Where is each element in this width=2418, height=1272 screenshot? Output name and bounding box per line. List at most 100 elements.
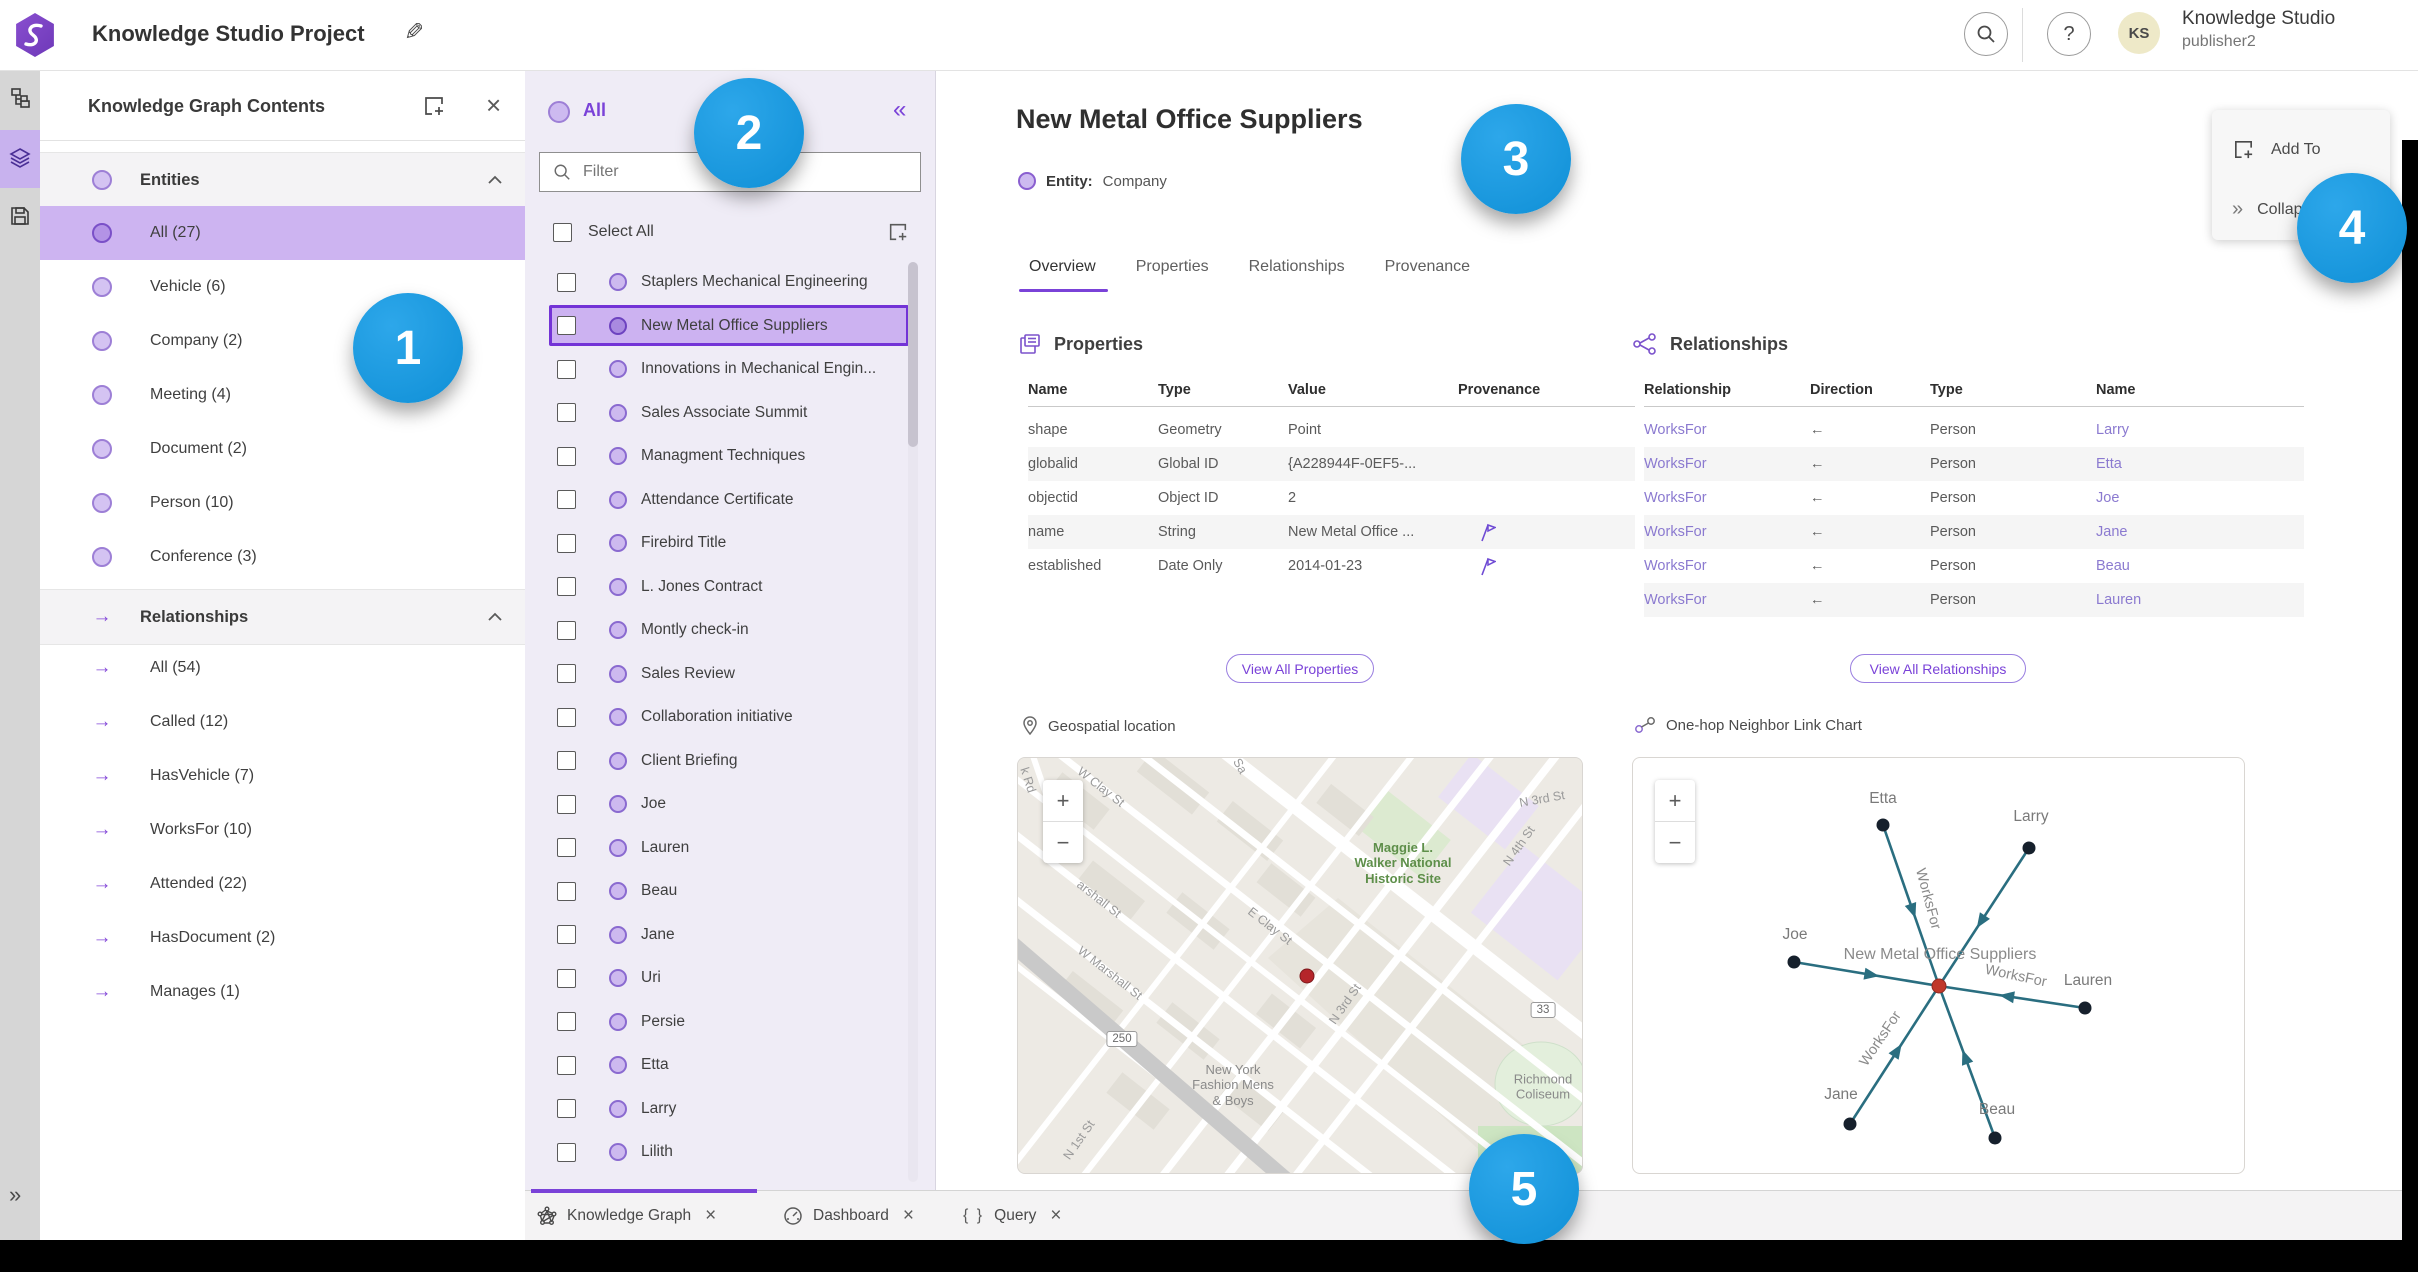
sidebar-item-entity-type[interactable]: Conference (3) [40,530,525,584]
list-item[interactable]: Sales Associate Summit [525,392,935,434]
relationship-type-link[interactable]: WorksFor [1644,592,1810,608]
rail-expand-icon[interactable]: » [9,1182,21,1208]
item-checkbox[interactable] [557,751,576,770]
item-checkbox[interactable] [557,664,576,683]
list-item[interactable]: Beau [525,870,935,912]
item-checkbox[interactable] [557,881,576,901]
close-panel-icon[interactable]: × [486,90,501,121]
relationship-name-link[interactable]: Lauren [2096,592,2304,608]
list-item[interactable]: Uri [525,957,935,999]
link-chart[interactable]: WorksFor WorksFor WorksFor New Metal Office… [1632,757,2245,1174]
sidebar-item-entity-type[interactable]: Document (2) [40,422,525,476]
list-item[interactable]: Sales Review [525,653,935,695]
relationship-type-link[interactable]: WorksFor [1644,456,1810,472]
property-row[interactable]: objectid Object ID 2 [1028,481,1635,515]
tab-overview[interactable]: Overview [1029,258,1096,286]
list-item[interactable]: Innovations in Mechanical Engin... [525,348,935,390]
geospatial-map[interactable]: k Rd W Clay St Sa N 3rd St N 4th St E Clay St… [1017,757,1583,1174]
list-item[interactable]: Lauren [525,827,935,869]
sidebar-item-relationship-type[interactable]: → Manages (1) [40,965,525,1019]
list-item[interactable]: Collaboration initiative [525,696,935,738]
item-checkbox[interactable] [557,533,576,553]
list-item[interactable]: Staplers Mechanical Engineering [525,261,935,303]
app-logo-icon[interactable] [16,13,54,57]
property-row[interactable]: name String New Metal Office ... [1028,515,1635,549]
close-tab-icon[interactable]: × [903,1205,914,1227]
item-checkbox[interactable] [557,1142,576,1162]
relationship-row[interactable]: WorksFor ← Person Beau [1644,549,2304,583]
collapse-panel-icon[interactable]: « [893,96,906,124]
property-row[interactable]: shape Geometry Point [1028,413,1635,447]
list-item[interactable]: Montly check-in [525,609,935,651]
save-icon[interactable] [8,204,32,228]
relationship-row[interactable]: WorksFor ← Person Lauren [1644,583,2304,617]
sidebar-item-relationship-type[interactable]: → Called (12) [40,695,525,749]
provenance-flag-icon[interactable] [1480,557,1496,576]
center-node[interactable] [1931,978,1947,994]
list-item[interactable]: L. Jones Contract [525,566,935,608]
relationship-type-link[interactable]: WorksFor [1644,558,1810,574]
sidebar-item-relationship-type[interactable]: → WorksFor (10) [40,803,525,857]
relationship-row[interactable]: WorksFor ← Person Jane [1644,515,2304,549]
relationship-row[interactable]: WorksFor ← Person Joe [1644,481,2304,515]
schema-hierarchy-icon[interactable] [8,86,32,110]
sidebar-item-entity-type[interactable]: All (27) [40,206,525,260]
close-tab-icon[interactable]: × [1050,1205,1061,1227]
item-checkbox[interactable] [557,968,576,988]
list-item[interactable]: Persie [525,1001,935,1043]
tab-relationships[interactable]: Relationships [1249,258,1345,286]
zoom-out-button[interactable]: − [1043,822,1083,863]
item-checkbox[interactable] [557,1012,576,1031]
search-button[interactable] [1964,12,2008,56]
list-item[interactable]: Firebird Title [525,522,935,564]
chevron-up-icon[interactable] [487,612,503,622]
select-all-checkbox[interactable] [553,222,572,242]
list-item[interactable]: New Metal Office Suppliers [525,304,935,347]
item-checkbox[interactable] [557,707,576,727]
list-item[interactable]: Lilith [525,1131,935,1173]
property-row[interactable]: established Date Only 2014-01-23 [1028,549,1635,583]
relationships-section-header[interactable]: → Relationships [40,589,525,645]
relationship-row[interactable]: WorksFor ← Person Etta [1644,447,2304,481]
list-item[interactable]: Attendance Certificate [525,479,935,521]
tab-provenance[interactable]: Provenance [1385,258,1470,286]
avatar[interactable]: KS [2118,12,2160,54]
scrollbar-thumb[interactable] [908,262,918,447]
item-checkbox[interactable] [557,577,576,596]
person-node[interactable] [1988,1131,2002,1145]
relationship-type-link[interactable]: WorksFor [1644,524,1810,540]
help-button[interactable]: ? [2047,12,2091,56]
edit-title-icon[interactable]: ✎ [404,18,424,47]
relationship-name-link[interactable]: Beau [2096,558,2304,574]
relationship-type-link[interactable]: WorksFor [1644,490,1810,506]
item-checkbox[interactable] [557,838,576,857]
entities-section-header[interactable]: Entities [40,152,525,208]
item-checkbox[interactable] [557,316,576,335]
chevron-up-icon[interactable] [487,175,503,185]
layers-icon[interactable] [8,146,32,170]
property-row[interactable]: globalid Global ID {A228944F-0EF5-... [1028,447,1635,481]
item-checkbox[interactable] [557,446,576,466]
map-marker[interactable] [1299,968,1315,984]
list-item[interactable]: Etta [525,1044,935,1086]
item-checkbox[interactable] [557,490,576,509]
bottom-tab-knowledge-graph[interactable]: Knowledge Graph × [537,1191,716,1241]
list-item[interactable]: Joe [525,783,935,825]
item-checkbox[interactable] [557,925,576,944]
list-item[interactable]: Jane [525,914,935,956]
item-checkbox[interactable] [557,620,576,640]
bottom-tab-dashboard[interactable]: Dashboard × [783,1191,914,1241]
person-node[interactable] [1876,818,1890,832]
person-node[interactable] [2078,1001,2092,1015]
person-node[interactable] [1843,1117,1857,1131]
add-to-new-icon[interactable] [422,94,446,118]
relationship-name-link[interactable]: Etta [2096,456,2304,472]
tab-properties[interactable]: Properties [1136,258,1209,286]
sidebar-item-entity-type[interactable]: Person (10) [40,476,525,530]
sidebar-item-relationship-type[interactable]: → All (54) [40,641,525,695]
view-all-relationships-button[interactable]: View All Relationships [1850,654,2026,683]
add-to-new-icon[interactable] [887,221,909,243]
bottom-tab-query[interactable]: { } Query × [963,1191,1061,1241]
provenance-flag-icon[interactable] [1480,523,1496,542]
view-all-properties-button[interactable]: View All Properties [1226,654,1374,683]
